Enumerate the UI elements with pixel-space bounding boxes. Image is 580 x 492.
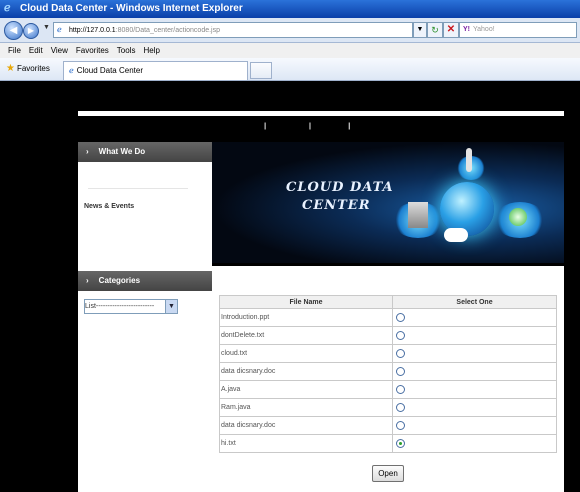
back-arrow-icon[interactable]: ◀ bbox=[4, 21, 23, 40]
select-cell bbox=[392, 308, 557, 327]
column-header-select-one: Select One bbox=[392, 295, 557, 309]
table-row: hi.txt bbox=[219, 434, 557, 453]
select-cell bbox=[392, 344, 557, 363]
menu-edit[interactable]: Edit bbox=[29, 46, 43, 55]
file-select-radio[interactable] bbox=[396, 403, 405, 412]
stop-icon[interactable]: ✕ bbox=[443, 22, 459, 38]
forward-arrow-icon[interactable]: ▶ bbox=[23, 23, 39, 39]
category-select-value: List------------------------- bbox=[85, 303, 155, 310]
cloud-icon bbox=[444, 228, 468, 242]
table-row: dontDelete.txt bbox=[219, 326, 557, 345]
file-name-cell: Ram.java bbox=[219, 398, 393, 417]
what-we-do-label: What We Do bbox=[98, 147, 146, 156]
nav-separator: | bbox=[348, 123, 351, 130]
nav-home-page[interactable]: Home Page bbox=[220, 123, 258, 130]
browser-tab[interactable]: ℯ Cloud Data Center bbox=[63, 61, 248, 80]
select-cell bbox=[392, 380, 557, 399]
url-dropdown-icon[interactable]: ▼ bbox=[413, 22, 427, 38]
url-field[interactable]: ℯ http://127.0.0.1:8080/Data_center/actio… bbox=[53, 22, 413, 38]
news-events-heading: News & Events bbox=[84, 203, 135, 210]
table-header-row: File Name Select One bbox=[219, 295, 557, 309]
page-icon: ℯ bbox=[69, 66, 74, 75]
file-table: File Name Select One Introduction.ppt don… bbox=[219, 295, 557, 453]
favorites-button[interactable]: ★ Favorites bbox=[6, 62, 50, 76]
file-name-cell: cloud.txt bbox=[219, 344, 393, 363]
file-name-cell: hi.txt bbox=[219, 434, 393, 453]
window-title: Cloud Data Center - Windows Internet Exp… bbox=[20, 3, 243, 14]
url-host: http://127.0.0.1 bbox=[69, 27, 116, 34]
nav-about-as[interactable]: About As bbox=[272, 123, 303, 130]
search-field[interactable]: Y! Yahoo! bbox=[459, 22, 577, 38]
menu-tools[interactable]: Tools bbox=[117, 46, 136, 55]
file-select-radio[interactable] bbox=[396, 349, 405, 358]
star-icon: ★ bbox=[6, 63, 15, 74]
file-name-cell: data dicsnary.doc bbox=[219, 362, 393, 381]
favorites-label: Favorites bbox=[16, 64, 50, 73]
nav-settings[interactable]: Settings bbox=[317, 123, 342, 130]
tab-title: Cloud Data Center bbox=[76, 66, 143, 75]
file-name-cell: data dicsnary.doc bbox=[219, 416, 393, 435]
file-select-radio[interactable] bbox=[396, 385, 405, 394]
file-name-cell: Introduction.ppt bbox=[219, 308, 393, 327]
new-tab-button[interactable] bbox=[250, 62, 272, 79]
category-select[interactable]: List------------------------- ▼ bbox=[84, 299, 178, 314]
window-titlebar: ℯ Cloud Data Center - Windows Internet Ex… bbox=[0, 0, 580, 18]
open-button[interactable]: Open bbox=[372, 465, 404, 482]
url-path: :8080/Data_center/actioncode.jsp bbox=[115, 27, 220, 34]
table-row: Introduction.ppt bbox=[219, 308, 557, 327]
table-row: data dicsnary.doc bbox=[219, 416, 557, 435]
table-row: data dicsnary.doc bbox=[219, 362, 557, 381]
file-select-radio[interactable] bbox=[396, 439, 405, 448]
banner-title-line1: CLOUD DATA bbox=[286, 180, 394, 195]
menu-bar: File Edit View Favorites Tools Help bbox=[0, 43, 580, 58]
nav-separator: | bbox=[264, 123, 267, 130]
menu-file[interactable]: File bbox=[8, 46, 21, 55]
select-cell bbox=[392, 416, 557, 435]
history-dropdown-icon[interactable]: ▼ bbox=[43, 24, 50, 31]
file-select-radio[interactable] bbox=[396, 331, 405, 340]
ie-logo-icon: ℯ bbox=[4, 2, 11, 15]
table-row: A.java bbox=[219, 380, 557, 399]
top-nav: Home Page | About As | Settings | Logout bbox=[220, 123, 470, 135]
yahoo-icon: Y! bbox=[463, 26, 470, 33]
refresh-icon[interactable]: ↻ bbox=[427, 22, 443, 38]
server-icon bbox=[408, 202, 428, 228]
address-bar: ◀ ▶ ▼ ℯ http://127.0.0.1:8080/Data_center… bbox=[0, 18, 580, 43]
select-cell bbox=[392, 434, 557, 453]
what-we-do-header[interactable]: › What We Do bbox=[78, 142, 212, 162]
select-cell bbox=[392, 362, 557, 381]
column-header-file-name: File Name bbox=[219, 295, 393, 309]
chevron-down-icon: ▼ bbox=[165, 300, 177, 313]
categories-header[interactable]: › Categories bbox=[78, 271, 212, 291]
categories-label: Categories bbox=[98, 276, 141, 285]
search-placeholder: Yahoo! bbox=[473, 26, 495, 33]
file-rows: Introduction.ppt dontDelete.txt cloud.txt d… bbox=[219, 308, 557, 453]
page-icon: ℯ bbox=[57, 25, 62, 34]
file-select-radio[interactable] bbox=[396, 313, 405, 322]
nav-logout[interactable]: Logout bbox=[356, 123, 377, 130]
table-row: Ram.java bbox=[219, 398, 557, 417]
select-cell bbox=[392, 398, 557, 417]
divider bbox=[88, 188, 188, 189]
left-sidebar bbox=[78, 142, 212, 492]
chevron-right-icon: › bbox=[86, 276, 89, 285]
file-name-cell: dontDelete.txt bbox=[219, 326, 393, 345]
file-select-radio[interactable] bbox=[396, 367, 405, 376]
person-icon bbox=[466, 148, 472, 172]
file-select-radio[interactable] bbox=[396, 421, 405, 430]
green-globe-icon bbox=[509, 208, 527, 226]
table-row: cloud.txt bbox=[219, 344, 557, 363]
nav-separator: | bbox=[308, 123, 311, 130]
chevron-right-icon: › bbox=[86, 147, 89, 156]
select-cell bbox=[392, 326, 557, 345]
menu-help[interactable]: Help bbox=[143, 46, 159, 55]
favorites-bar: ★ Favorites ℯ Cloud Data Center bbox=[0, 58, 580, 81]
file-name-cell: A.java bbox=[219, 380, 393, 399]
menu-favorites[interactable]: Favorites bbox=[76, 46, 109, 55]
menu-view[interactable]: View bbox=[51, 46, 68, 55]
banner-title-line2: CENTER bbox=[302, 198, 371, 213]
cloud-banner: CLOUD DATA CENTER bbox=[212, 142, 564, 263]
